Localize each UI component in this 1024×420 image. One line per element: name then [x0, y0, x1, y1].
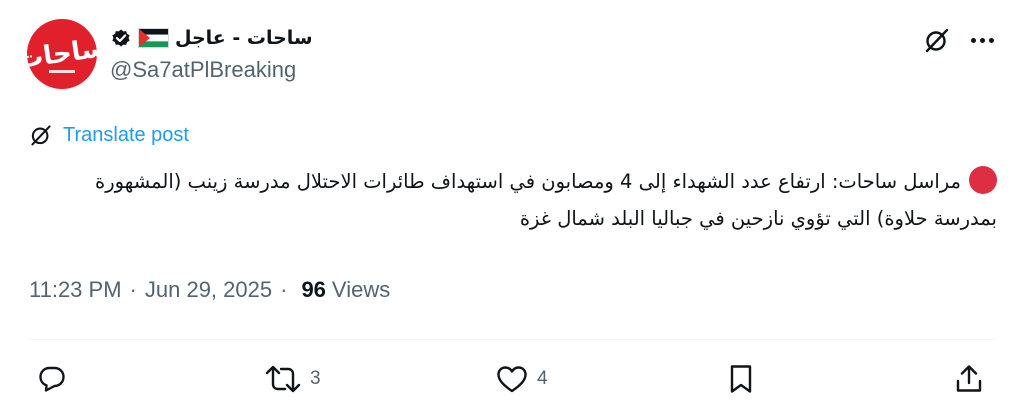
retweet-button[interactable]: 3 — [264, 363, 321, 395]
share-icon — [956, 365, 982, 392]
views-count: 96 — [301, 277, 326, 302]
avatar[interactable]: ساحات — [27, 19, 97, 89]
translate-post-label: Translate post — [63, 123, 189, 146]
retweet-count: 3 — [310, 368, 321, 389]
verified-badge-icon — [110, 27, 132, 49]
translate-post-link[interactable]: Translate post — [29, 121, 189, 149]
tweet-meta: 11:23 PM · Jun 29, 2025 · 96 Views — [29, 274, 390, 306]
more-dot — [988, 37, 994, 43]
more-options-icon[interactable] — [966, 25, 998, 55]
meta-separator: · — [129, 277, 137, 302]
avatar-logo-bar — [49, 70, 75, 73]
tweet-body: مراسل ساحات: ارتفاع عدد الشهداء إلى 4 وم… — [60, 163, 997, 237]
views-label: Views — [331, 277, 391, 302]
more-dot — [970, 37, 976, 43]
reply-button[interactable] — [36, 363, 76, 395]
grok-translate-icon — [31, 125, 51, 146]
tweet-text: مراسل ساحات: ارتفاع عدد الشهداء إلى 4 وم… — [95, 170, 997, 230]
avatar-logo-text: ساحات — [27, 32, 97, 76]
red-circle-emoji-icon — [969, 166, 997, 194]
meta-separator: · — [280, 277, 288, 302]
palestine-flag-icon — [138, 28, 169, 48]
bookmark-icon — [730, 365, 752, 393]
like-count: 4 — [537, 368, 548, 389]
bookmark-button[interactable] — [726, 363, 756, 395]
share-button[interactable] — [953, 363, 985, 395]
tweet-time[interactable]: 11:23 PM — [29, 277, 122, 303]
divider — [27, 339, 997, 340]
heart-icon — [497, 366, 527, 393]
author-handle[interactable]: @Sa7atPlBreaking — [110, 57, 296, 83]
reply-icon — [39, 366, 65, 392]
author-name-row[interactable]: ساحات - عاجل — [110, 22, 313, 54]
retweet-icon — [265, 365, 301, 393]
tweet-date[interactable]: Jun 29, 2025 — [145, 277, 272, 303]
author-display-name: ساحات - عاجل — [175, 27, 313, 49]
grok-icon[interactable] — [922, 25, 952, 55]
more-dot — [979, 37, 985, 43]
like-button[interactable]: 4 — [495, 363, 548, 395]
